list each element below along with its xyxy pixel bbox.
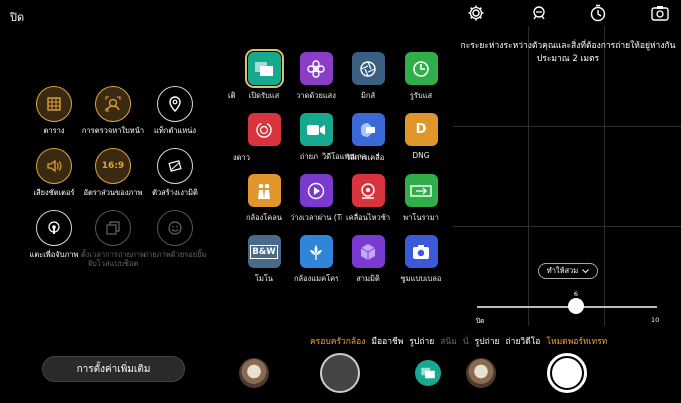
location-pin-icon bbox=[157, 86, 193, 122]
mode-strip-item[interactable]: รูปถ่าย bbox=[409, 334, 434, 347]
mode-label-trajectory: วิถีการเคลื่อ bbox=[346, 153, 385, 162]
mode-strip-item[interactable]: นั่ bbox=[463, 334, 469, 347]
slow-motion-icon bbox=[351, 174, 385, 207]
option-face-detect[interactable]: การตรวจหาใบหน้า bbox=[78, 86, 148, 135]
switch-camera-icon[interactable] bbox=[651, 4, 669, 22]
ai-scene-icon[interactable] bbox=[530, 4, 548, 22]
slider-value: 6 bbox=[573, 290, 579, 298]
more-settings-button[interactable]: การตั้งค่าเพิ่มเติม bbox=[42, 356, 185, 382]
option-label: ถ่ายภาพด้วยรอยยิ้ม bbox=[143, 250, 207, 259]
option-timer-burst[interactable]: ตั้งเวลาการถ่ายภาพ จับโวสแบบช็อต bbox=[78, 210, 148, 268]
mode-label: DNG bbox=[412, 151, 430, 160]
clipped-mode-label[interactable]: งดาว bbox=[233, 152, 250, 164]
option-location-tag[interactable]: แท็กตำแหน่ง bbox=[140, 86, 210, 135]
option-label: อัตราส่วนของภาพ bbox=[83, 188, 143, 197]
smile-icon bbox=[157, 210, 193, 246]
timer-copy-icon bbox=[95, 210, 131, 246]
mode-timelapse[interactable]: ว่างเวลาผ่าน (Tim bbox=[290, 174, 342, 224]
mode-label: วาดด้วยแสง bbox=[296, 91, 336, 100]
mode-macro[interactable]: กล้องแมคโคร bbox=[294, 235, 338, 285]
mode-aperture[interactable]: รูรับแส bbox=[401, 52, 441, 102]
mode-strip-item[interactable]: มืออาชีพ bbox=[371, 334, 403, 347]
gallery-thumbnail[interactable] bbox=[239, 358, 269, 388]
mode-label: รูรับแส bbox=[409, 91, 433, 100]
light-painting-icon bbox=[299, 52, 333, 85]
grid-icon bbox=[36, 86, 72, 122]
mode-label: พาโนรามา bbox=[403, 213, 439, 222]
option-label: การตรวจหาใบหน้า bbox=[81, 126, 145, 135]
slider-min-label: ปิด bbox=[476, 317, 485, 325]
shutter-button[interactable] bbox=[547, 353, 587, 393]
mode-label: ซูมแบบเบลอ bbox=[400, 274, 442, 283]
mode-light-painting[interactable]: วาดด้วยแสง bbox=[296, 52, 336, 102]
star-trail-icon bbox=[247, 113, 281, 146]
option-label: แท็กตำแหน่ง bbox=[154, 126, 196, 135]
long-exposure-icon bbox=[244, 49, 284, 88]
mode-clone[interactable]: กล้องโคลน bbox=[244, 174, 284, 224]
mode-zoom-blur[interactable]: ซูมแบบเบลอ bbox=[401, 235, 441, 285]
dropdown-label: ทำให้สวม bbox=[546, 266, 579, 275]
mode-label: กล้องแมคโคร bbox=[294, 274, 338, 283]
cube-icon bbox=[351, 235, 385, 268]
mode-label: ว่างเวลาผ่าน (Tim bbox=[290, 213, 342, 222]
aspect-ratio-icon: 16:9 bbox=[95, 148, 131, 184]
blur-slider-thumb[interactable] bbox=[568, 298, 584, 314]
mode-label: กล้องโคลน bbox=[245, 213, 283, 222]
mode-mono[interactable]: B&W โมโน bbox=[244, 235, 284, 285]
settings-gear-icon[interactable] bbox=[467, 4, 485, 22]
panorama-icon bbox=[404, 174, 438, 207]
mode-panorama[interactable]: พาโนรามา bbox=[401, 174, 441, 224]
blur-slider-track[interactable] bbox=[477, 306, 657, 308]
mode-strip-item[interactable]: โหมดพอร์ทเทรท bbox=[546, 334, 607, 347]
clipped-mode-label[interactable]: เติ bbox=[228, 90, 235, 102]
mode-strip-item[interactable]: รูปถ่าย bbox=[475, 334, 500, 347]
video-icon bbox=[299, 113, 333, 146]
face-detect-icon bbox=[95, 86, 131, 122]
mode-3d[interactable]: สามมิติ bbox=[348, 235, 388, 285]
clone-people-icon bbox=[247, 174, 281, 207]
mode-label: ถ่ายภ bbox=[299, 152, 318, 161]
flower-icon bbox=[299, 235, 333, 268]
play-icon bbox=[299, 174, 333, 207]
slider-max-label: 10 bbox=[651, 316, 660, 324]
mode-label: เคลื่อนไหวช้า bbox=[346, 213, 390, 222]
mode-strip-item[interactable]: ครอบครัวกล้อง bbox=[310, 334, 365, 347]
timer-icon[interactable] bbox=[589, 4, 607, 22]
mode-strip-item[interactable]: ถ่ายวิดีโอ bbox=[506, 334, 541, 347]
chevron-down-icon bbox=[582, 268, 590, 273]
active-mode-icon[interactable] bbox=[415, 360, 441, 386]
option-smile-shot[interactable]: ถ่ายภาพด้วยรอยยิ้ม bbox=[140, 210, 210, 259]
mode-slow-motion[interactable]: เคลื่อนไหวช้า bbox=[346, 174, 390, 224]
clock-icon bbox=[404, 52, 438, 85]
tap-capture-icon bbox=[36, 210, 72, 246]
aperture-icon bbox=[351, 52, 385, 85]
distance-hint: กะระยะห่างระหว่างตัวคุณและสิ่งที่ต้องการ… bbox=[460, 41, 676, 64]
viewfinder[interactable] bbox=[453, 26, 681, 326]
shutter-button-disabled[interactable] bbox=[320, 353, 360, 393]
beauty-dropdown[interactable]: ทำให้สวม bbox=[538, 263, 598, 279]
option-aspect-ratio[interactable]: 16:9 อัตราส่วนของภาพ bbox=[78, 148, 148, 197]
camera-zoom-icon bbox=[404, 235, 438, 268]
mode-strip-item[interactable]: สนิม bbox=[440, 334, 457, 347]
speaker-icon bbox=[36, 148, 72, 184]
dng-icon: D bbox=[404, 113, 438, 146]
option-label: ตัวสร้างเงามิติ bbox=[152, 188, 198, 197]
close-button[interactable]: ปิด bbox=[10, 8, 24, 26]
option-shadow-creator[interactable]: ตัวสร้างเงามิติ bbox=[140, 148, 210, 197]
mode-label: เปิดรับแส bbox=[248, 91, 280, 100]
mode-label: สามมิติ bbox=[356, 274, 380, 283]
shadow-creator-icon bbox=[157, 148, 193, 184]
gallery-thumbnail[interactable] bbox=[466, 358, 496, 388]
mode-dng[interactable]: D DNG bbox=[401, 113, 441, 160]
bw-icon: B&W bbox=[247, 235, 281, 268]
mode-mix[interactable]: มิกส์ bbox=[348, 52, 388, 102]
mode-star-trail[interactable] bbox=[244, 113, 284, 151]
mode-label: มิกส์ bbox=[360, 91, 376, 100]
camera-mode-strip[interactable]: ครอบครัวกล้อง มืออาชีพ รูปถ่าย สนิม นั่ รูปถ่… bbox=[310, 334, 607, 347]
film-roll-icon bbox=[351, 113, 385, 146]
mode-long-exposure[interactable]: เปิดรับแส bbox=[244, 49, 284, 102]
mode-label: โมโน bbox=[254, 274, 274, 283]
option-label: ตั้งเวลาการถ่ายภาพ จับโวสแบบช็อต bbox=[80, 250, 146, 268]
